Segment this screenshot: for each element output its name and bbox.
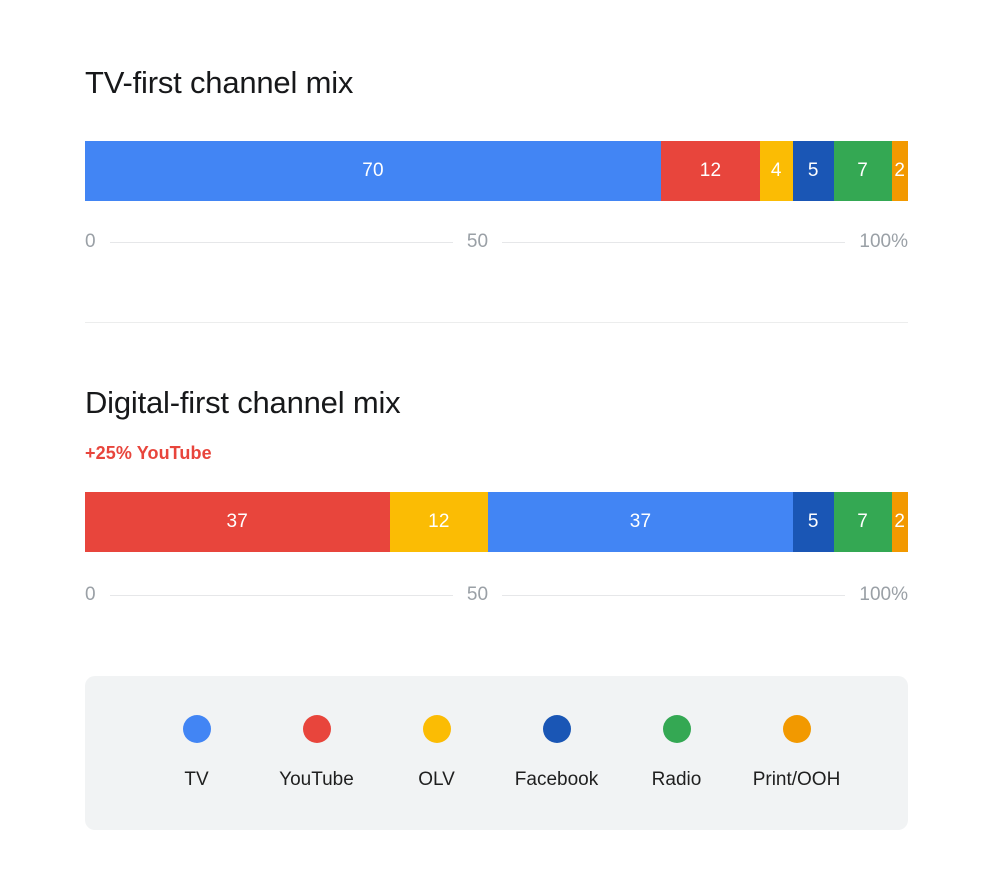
axis-rule-left-tv-first xyxy=(109,241,453,243)
circle-swatch-icon xyxy=(542,715,571,743)
axis-tv-first: 0 50 100% xyxy=(85,231,908,253)
axis-rule-right-digital-first xyxy=(502,594,846,596)
section-tv-first: TV-first channel mix xyxy=(85,65,908,100)
circle-swatch-icon xyxy=(782,715,811,743)
legend-item-print-ooh[interactable]: Print/OOH xyxy=(737,715,857,791)
axis-rule-right-tv-first xyxy=(502,241,846,243)
legend-item-radio[interactable]: Radio xyxy=(617,715,737,791)
axis-rule-left-digital-first xyxy=(109,594,453,596)
chart-tv-first: 70 12 4 5 7 2 xyxy=(85,141,908,201)
axis-digital-first: 0 50 100% xyxy=(85,584,908,606)
circle-swatch-icon xyxy=(302,715,331,743)
chart-page: TV-first channel mix 70 12 4 5 7 2 0 50 100% … xyxy=(0,0,1000,896)
circle-swatch-icon xyxy=(662,715,691,743)
stacked-bar-digital-first: 37 12 37 5 7 2 xyxy=(85,492,908,552)
stacked-bar-tv-first: 70 12 4 5 7 2 xyxy=(85,141,908,201)
chart-digital-first: 37 12 37 5 7 2 xyxy=(85,492,908,552)
section-divider xyxy=(85,322,908,323)
bar-segment-youtube: 37 xyxy=(85,492,390,552)
axis-tick-end-tv-first: 100% xyxy=(859,231,909,252)
legend-label: Print/OOH xyxy=(752,769,841,790)
legend-label: TV xyxy=(184,769,209,790)
axis-tick-mid-tv-first: 50 xyxy=(466,231,489,252)
bar-segment-print-ooh: 2 xyxy=(891,141,908,201)
section-title-digital-first: Digital-first channel mix xyxy=(85,385,401,420)
axis-tick-mid-digital-first: 50 xyxy=(466,584,489,605)
axis-tick-end-digital-first: 100% xyxy=(859,584,909,605)
axis-tick-start-tv-first: 0 xyxy=(85,231,96,252)
legend-item-youtube[interactable]: YouTube xyxy=(257,715,377,791)
section-digital-first: Digital-first channel mix xyxy=(85,385,908,420)
legend-item-tv[interactable]: TV xyxy=(137,715,257,791)
legend-item-olv[interactable]: OLV xyxy=(377,715,497,791)
annotation-digital-first: +25% YouTube xyxy=(85,443,908,464)
bar-segment-tv: 37 xyxy=(488,492,793,552)
bar-segment-olv: 12 xyxy=(389,492,489,552)
axis-tick-start-digital-first: 0 xyxy=(85,584,96,605)
legend-item-facebook[interactable]: Facebook xyxy=(497,715,617,791)
bar-segment-olv: 4 xyxy=(759,141,793,201)
circle-swatch-icon xyxy=(182,715,211,743)
bar-segment-print-ooh: 2 xyxy=(891,492,908,552)
bar-segment-tv: 70 xyxy=(85,141,662,201)
bar-segment-radio: 7 xyxy=(833,141,892,201)
legend-label: Radio xyxy=(651,769,702,790)
bar-segment-radio: 7 xyxy=(833,492,892,552)
circle-swatch-icon xyxy=(422,715,451,743)
legend-label: OLV xyxy=(418,769,455,790)
section-title-tv-first: TV-first channel mix xyxy=(85,65,354,100)
bar-segment-youtube: 12 xyxy=(661,141,760,201)
bar-segment-facebook: 5 xyxy=(792,492,834,552)
legend-label: YouTube xyxy=(279,769,354,790)
youtube-uplift-annotation: +25% YouTube xyxy=(85,443,212,463)
legend-label: Facebook xyxy=(514,769,599,790)
bar-segment-facebook: 5 xyxy=(792,141,834,201)
chart-legend: TV YouTube OLV Facebook Radio Print/OOH xyxy=(85,676,908,830)
